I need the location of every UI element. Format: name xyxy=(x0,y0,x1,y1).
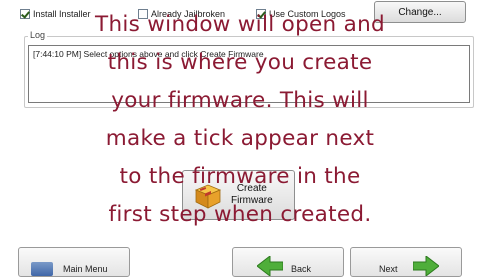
back-arrow-icon xyxy=(256,254,284,279)
next-button[interactable]: Next xyxy=(350,247,462,279)
overlay-line-1: This window will open and xyxy=(95,12,385,37)
main-menu-icon xyxy=(31,262,53,276)
back-label: Back xyxy=(291,264,312,274)
overlay-line-4: make a tick appear next xyxy=(105,126,375,151)
overlay-line-5: to the firmware in the xyxy=(119,164,361,189)
overlay-annotation: This window will open and this is where … xyxy=(0,6,480,234)
main-menu-label: Main Menu xyxy=(63,264,108,274)
overlay-line-3: your firmware. This will xyxy=(111,88,369,113)
main-menu-button[interactable]: Main Menu xyxy=(18,247,130,277)
next-arrow-icon xyxy=(412,254,440,279)
next-label: Next xyxy=(379,264,398,274)
overlay-line-6: first step when created. xyxy=(108,202,372,227)
back-button[interactable]: Back xyxy=(232,247,344,279)
overlay-line-2: this is where you create xyxy=(107,50,373,75)
